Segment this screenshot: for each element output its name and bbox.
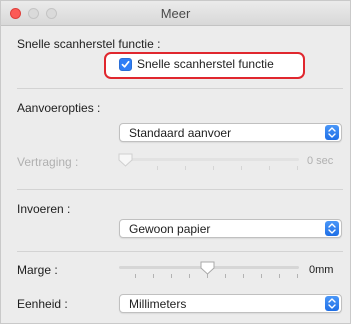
margin-slider-tick (189, 274, 190, 278)
title-bar: Meer (1, 1, 350, 26)
divider (17, 251, 343, 252)
divider (17, 189, 343, 190)
popup-arrows-icon (325, 125, 339, 140)
unit-popup[interactable]: Millimeters (119, 294, 342, 313)
delay-label: Vertraging : (17, 155, 79, 169)
margin-slider-tick (279, 274, 280, 278)
quick-scan-section-label: Snelle scanherstel functie : (17, 37, 161, 51)
input-label: Invoeren : (17, 202, 71, 216)
delay-slider-tick (213, 166, 214, 170)
input-popup[interactable]: Gewoon papier (119, 219, 342, 238)
window-title: Meer (160, 6, 191, 21)
delay-value: 0 sec (307, 155, 334, 167)
delay-slider-tick (297, 166, 298, 170)
quick-scan-checkbox[interactable] (119, 58, 132, 71)
feed-options-label: Aanvoeropties : (17, 101, 101, 115)
margin-slider-tick (243, 274, 244, 278)
slider-thumb-icon[interactable] (200, 261, 215, 275)
margin-slider-tick (297, 274, 298, 278)
input-value: Gewoon papier (129, 222, 211, 236)
unit-label: Eenheid : (17, 297, 68, 311)
checkmark-icon (121, 60, 130, 68)
margin-value: 0mm (309, 264, 334, 276)
slider-thumb-icon (118, 153, 133, 167)
feed-options-popup[interactable]: Standaard aanvoer (119, 123, 342, 142)
delay-slider-tick (157, 166, 158, 170)
margin-slider-tick (261, 274, 262, 278)
margin-slider-tick (153, 274, 154, 278)
delay-slider-tick (185, 166, 186, 170)
margin-slider-tick (171, 274, 172, 278)
popup-arrows-icon (325, 221, 339, 236)
delay-slider-track (119, 158, 299, 161)
quick-scan-checkbox-label[interactable]: Snelle scanherstel functie (137, 57, 274, 71)
unit-value: Millimeters (129, 297, 187, 311)
popup-arrows-icon (325, 296, 339, 311)
feed-options-value: Standaard aanvoer (129, 126, 232, 140)
settings-window: Meer Snelle scanherstel functie : Snelle… (0, 0, 351, 324)
delay-slider-tick (269, 166, 270, 170)
margin-label: Marge : (17, 263, 58, 277)
margin-slider-tick (225, 274, 226, 278)
margin-slider-tick (135, 274, 136, 278)
delay-slider-tick (241, 166, 242, 170)
divider (17, 88, 343, 89)
